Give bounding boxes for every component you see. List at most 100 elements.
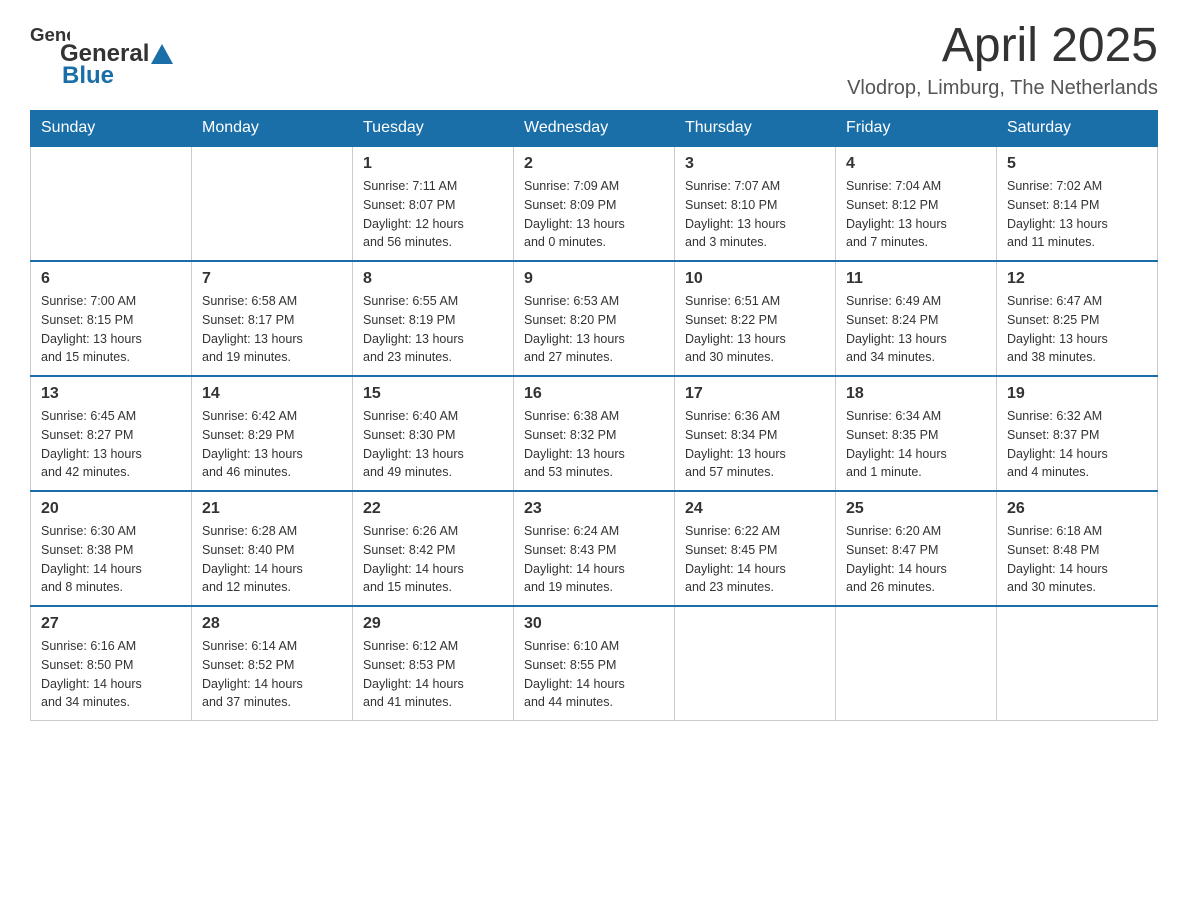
calendar-cell: 7Sunrise: 6:58 AM Sunset: 8:17 PM Daylig… [192, 261, 353, 376]
calendar-cell: 2Sunrise: 7:09 AM Sunset: 8:09 PM Daylig… [514, 146, 675, 261]
calendar-cell: 17 Sunrise: 6:36 AM Sunset: 8:34 PM Dayli… [675, 376, 836, 491]
calendar-cell: 29Sunrise: 6:12 AM Sunset: 8:53 PM Dayli… [353, 606, 514, 721]
day-number: 19 [1007, 385, 1147, 403]
day-info: Sunrise: 6:51 AM Sunset: 8:22 PM Dayligh… [685, 292, 825, 367]
day-number: 28 [202, 615, 342, 633]
calendar-cell: 27Sunrise: 6:16 AM Sunset: 8:50 PM Dayli… [31, 606, 192, 721]
location-title: Vlodrop, Limburg, The Netherlands [70, 77, 1158, 100]
day-number: 9 [524, 270, 664, 288]
day-info: Sunrise: 6:45 AM Sunset: 8:27 PM Dayligh… [41, 407, 181, 482]
calendar-cell: 14Sunrise: 6:42 AM Sunset: 8:29 PM Dayli… [192, 376, 353, 491]
day-info: Sunrise: 6:20 AM Sunset: 8:47 PM Dayligh… [846, 522, 986, 597]
day-info: Sunrise: 6:38 AM Sunset: 8:32 PM Dayligh… [524, 407, 664, 482]
calendar-cell: 28 Sunrise: 6:14 AM Sunset: 8:52 PM Dayli… [192, 606, 353, 721]
day-info: Sunrise: 6:24 AM Sunset: 8:43 PM Dayligh… [524, 522, 664, 597]
day-info: Sunrise: 6:53 AM Sunset: 8:20 PM Dayligh… [524, 292, 664, 367]
day-number: 22 [363, 500, 503, 518]
calendar-cell: 8 Sunrise: 6:55 AM Sunset: 8:19 PM Daylig… [353, 261, 514, 376]
calendar-cell: 13 Sunrise: 6:45 AM Sunset: 8:27 PM Dayli… [31, 376, 192, 491]
calendar-cell: 25Sunrise: 6:20 AM Sunset: 8:47 PM Dayli… [836, 491, 997, 606]
day-number: 10 [685, 270, 825, 288]
column-header-thursday: Thursday [675, 111, 836, 147]
calendar-cell: 10 Sunrise: 6:51 AM Sunset: 8:22 PM Dayli… [675, 261, 836, 376]
calendar-cell: 19 Sunrise: 6:32 AM Sunset: 8:37 PM Dayli… [997, 376, 1158, 491]
day-number: 1 [363, 155, 503, 173]
column-header-wednesday: Wednesday [514, 111, 675, 147]
day-number: 11 [846, 270, 986, 288]
day-number: 20 [41, 500, 181, 518]
calendar-cell [836, 606, 997, 721]
day-info: Sunrise: 6:32 AM Sunset: 8:37 PM Dayligh… [1007, 407, 1147, 482]
calendar-cell: 11 Sunrise: 6:49 AM Sunset: 8:24 PM Dayli… [836, 261, 997, 376]
calendar-week-row: 1 Sunrise: 7:11 AM Sunset: 8:07 PM Daylig… [31, 146, 1158, 261]
calendar-cell: 5Sunrise: 7:02 AM Sunset: 8:14 PM Daylig… [997, 146, 1158, 261]
month-title: April 2025 [70, 20, 1158, 73]
calendar-cell: 4 Sunrise: 7:04 AM Sunset: 8:12 PM Daylig… [836, 146, 997, 261]
day-number: 3 [685, 155, 825, 173]
day-info: Sunrise: 7:00 AM Sunset: 8:15 PM Dayligh… [41, 292, 181, 367]
day-info: Sunrise: 7:04 AM Sunset: 8:12 PM Dayligh… [846, 177, 986, 252]
day-info: Sunrise: 6:22 AM Sunset: 8:45 PM Dayligh… [685, 522, 825, 597]
day-info: Sunrise: 6:26 AM Sunset: 8:42 PM Dayligh… [363, 522, 503, 597]
day-number: 16 [524, 385, 664, 403]
day-number: 4 [846, 155, 986, 173]
day-info: Sunrise: 6:12 AM Sunset: 8:53 PM Dayligh… [363, 637, 503, 712]
calendar-week-row: 27Sunrise: 6:16 AM Sunset: 8:50 PM Dayli… [31, 606, 1158, 721]
day-info: Sunrise: 6:34 AM Sunset: 8:35 PM Dayligh… [846, 407, 986, 482]
day-info: Sunrise: 7:09 AM Sunset: 8:09 PM Dayligh… [524, 177, 664, 252]
logo-blue-text: Blue [62, 62, 114, 90]
day-info: Sunrise: 6:18 AM Sunset: 8:48 PM Dayligh… [1007, 522, 1147, 597]
day-info: Sunrise: 6:55 AM Sunset: 8:19 PM Dayligh… [363, 292, 503, 367]
day-info: Sunrise: 6:42 AM Sunset: 8:29 PM Dayligh… [202, 407, 342, 482]
day-info: Sunrise: 6:49 AM Sunset: 8:24 PM Dayligh… [846, 292, 986, 367]
day-number: 6 [41, 270, 181, 288]
calendar-cell [192, 146, 353, 261]
day-number: 17 [685, 385, 825, 403]
title-block: April 2025 Vlodrop, Limburg, The Netherl… [70, 20, 1158, 100]
calendar-cell: 21 Sunrise: 6:28 AM Sunset: 8:40 PM Dayli… [192, 491, 353, 606]
day-number: 13 [41, 385, 181, 403]
day-number: 18 [846, 385, 986, 403]
calendar-cell [997, 606, 1158, 721]
calendar-cell: 3Sunrise: 7:07 AM Sunset: 8:10 PM Daylig… [675, 146, 836, 261]
calendar-cell [675, 606, 836, 721]
calendar-cell: 22 Sunrise: 6:26 AM Sunset: 8:42 PM Dayli… [353, 491, 514, 606]
calendar-cell [31, 146, 192, 261]
day-info: Sunrise: 6:47 AM Sunset: 8:25 PM Dayligh… [1007, 292, 1147, 367]
calendar-cell: 9 Sunrise: 6:53 AM Sunset: 8:20 PM Daylig… [514, 261, 675, 376]
day-info: Sunrise: 6:40 AM Sunset: 8:30 PM Dayligh… [363, 407, 503, 482]
logo-triangle-icon [151, 44, 173, 64]
day-number: 26 [1007, 500, 1147, 518]
day-info: Sunrise: 6:10 AM Sunset: 8:55 PM Dayligh… [524, 637, 664, 712]
day-number: 7 [202, 270, 342, 288]
day-number: 12 [1007, 270, 1147, 288]
column-header-tuesday: Tuesday [353, 111, 514, 147]
calendar-cell: 30 Sunrise: 6:10 AM Sunset: 8:55 PM Dayli… [514, 606, 675, 721]
day-info: Sunrise: 7:11 AM Sunset: 8:07 PM Dayligh… [363, 177, 503, 252]
day-info: Sunrise: 6:16 AM Sunset: 8:50 PM Dayligh… [41, 637, 181, 712]
calendar-cell: 16 Sunrise: 6:38 AM Sunset: 8:32 PM Dayli… [514, 376, 675, 491]
calendar-cell: 15 Sunrise: 6:40 AM Sunset: 8:30 PM Dayli… [353, 376, 514, 491]
day-info: Sunrise: 7:02 AM Sunset: 8:14 PM Dayligh… [1007, 177, 1147, 252]
calendar-table: SundayMondayTuesdayWednesdayThursdayFrid… [30, 110, 1158, 721]
calendar-week-row: 13 Sunrise: 6:45 AM Sunset: 8:27 PM Dayli… [31, 376, 1158, 491]
calendar-cell: 20 Sunrise: 6:30 AM Sunset: 8:38 PM Dayli… [31, 491, 192, 606]
day-number: 30 [524, 615, 664, 633]
column-header-saturday: Saturday [997, 111, 1158, 147]
calendar-week-row: 20 Sunrise: 6:30 AM Sunset: 8:38 PM Dayli… [31, 491, 1158, 606]
day-info: Sunrise: 6:28 AM Sunset: 8:40 PM Dayligh… [202, 522, 342, 597]
column-header-sunday: Sunday [31, 111, 192, 147]
column-header-friday: Friday [836, 111, 997, 147]
day-info: Sunrise: 6:14 AM Sunset: 8:52 PM Dayligh… [202, 637, 342, 712]
calendar-cell: 1 Sunrise: 7:11 AM Sunset: 8:07 PM Daylig… [353, 146, 514, 261]
calendar-cell: 23 Sunrise: 6:24 AM Sunset: 8:43 PM Dayli… [514, 491, 675, 606]
day-number: 21 [202, 500, 342, 518]
day-number: 15 [363, 385, 503, 403]
day-number: 8 [363, 270, 503, 288]
calendar-cell: 6 Sunrise: 7:00 AM Sunset: 8:15 PM Daylig… [31, 261, 192, 376]
day-info: Sunrise: 6:30 AM Sunset: 8:38 PM Dayligh… [41, 522, 181, 597]
day-number: 23 [524, 500, 664, 518]
column-header-monday: Monday [192, 111, 353, 147]
day-info: Sunrise: 6:36 AM Sunset: 8:34 PM Dayligh… [685, 407, 825, 482]
page-header: General General Blue April 2025 Vlodrop,… [30, 20, 1158, 100]
